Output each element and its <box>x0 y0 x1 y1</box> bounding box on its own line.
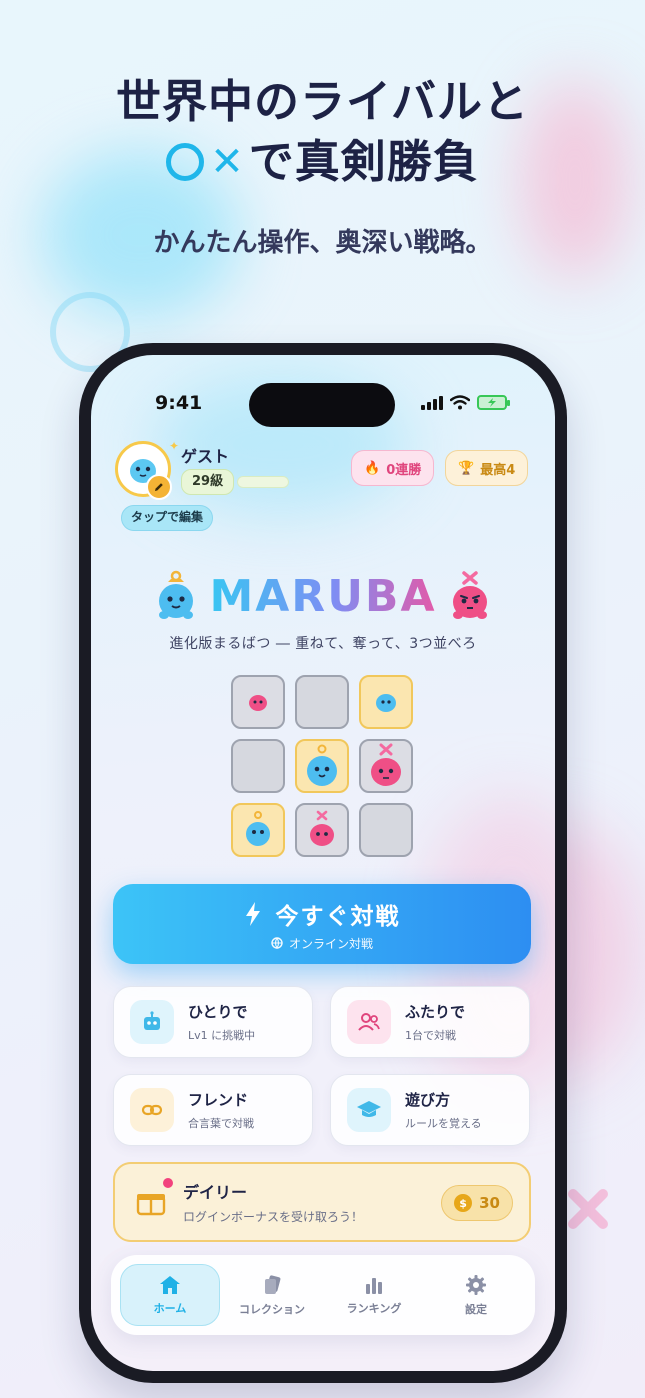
board-cell <box>359 739 413 793</box>
coin-icon: $ <box>454 1194 473 1212</box>
promo-subheadline: かんたん操作、奥深い戦略。 <box>153 228 492 258</box>
game-board-preview <box>231 675 413 857</box>
play-now-button[interactable]: 今すぐ対戦 オンライン対戦 <box>113 884 531 964</box>
board-cell <box>359 675 413 729</box>
coin-reward-badge: $ 30 <box>441 1185 513 1221</box>
edit-pencil-icon[interactable] <box>146 474 172 500</box>
decorative-x-icon <box>568 1189 608 1229</box>
board-cell <box>359 803 413 857</box>
tab-settings[interactable]: 設定 <box>426 1264 526 1326</box>
tab-settings-label: 設定 <box>465 1302 487 1316</box>
home-icon <box>160 1275 180 1294</box>
friend-mode-card[interactable]: フレンド 合言葉で対戦 <box>113 1074 313 1146</box>
status-icons <box>421 395 510 410</box>
friend-mode-subtitle: 合言葉で対戦 <box>188 1117 254 1130</box>
sparkle-icon: ✦ <box>169 439 180 453</box>
bar-chart-icon <box>366 1277 382 1294</box>
headline-line1: 世界中のライバルと <box>115 75 530 128</box>
pink-mascot-icon <box>452 571 487 619</box>
link-icon <box>130 1088 174 1132</box>
phone-frame: 9:41 ✦ ゲスト 29級 タップで編集 🔥 0連勝 🏆 最高4 MARUBA… <box>79 343 567 1383</box>
win-streak-label: 0連勝 <box>386 462 422 478</box>
howto-mode-card[interactable]: 遊び方 ルールを覚える <box>330 1074 530 1146</box>
pink-piece-large-icon <box>371 743 401 786</box>
solo-mode-subtitle: Lv1 に挑戦中 <box>188 1029 256 1042</box>
solo-mode-card[interactable]: ひとりで Lv1 に挑戦中 <box>113 986 313 1058</box>
bottom-tab-bar: ホーム コレクション ランキング 設定 <box>111 1255 535 1335</box>
globe-icon <box>271 937 283 949</box>
blue-piece-small-icon <box>376 694 396 712</box>
tab-collection-label: コレクション <box>239 1302 305 1316</box>
app-logo: MARUBA <box>209 570 437 622</box>
graduation-cap-icon <box>347 1088 391 1132</box>
two-users-icon <box>347 1000 391 1044</box>
circle-symbol-icon <box>166 143 205 181</box>
blue-piece-medium-icon <box>246 811 270 846</box>
board-cell <box>295 803 349 857</box>
play-now-label: 今すぐ対戦 <box>275 903 401 930</box>
duo-mode-subtitle: 1台で対戦 <box>405 1029 456 1042</box>
app-screen: 9:41 ✦ ゲスト 29級 タップで編集 🔥 0連勝 🏆 最高4 MARUBA… <box>91 355 555 1371</box>
tab-collection[interactable]: コレクション <box>222 1264 322 1326</box>
promo-headline: 世界中のライバルと ✕ で真剣勝負 <box>0 72 645 192</box>
play-now-sublabel: オンライン対戦 <box>288 936 373 951</box>
notification-dot <box>161 1176 175 1190</box>
lightning-icon <box>245 901 260 926</box>
cross-symbol-icon: ✕ <box>210 139 245 185</box>
logo-row: MARUBA <box>91 570 555 622</box>
wifi-icon <box>450 395 470 410</box>
blue-mascot-icon <box>159 570 194 619</box>
tab-home-label: ホーム <box>153 1301 187 1315</box>
solo-mode-title: ひとりで <box>188 1003 248 1021</box>
battery-icon <box>477 395 510 410</box>
friend-mode-title: フレンド <box>188 1091 249 1109</box>
board-cell <box>231 803 285 857</box>
signal-icon <box>421 395 443 410</box>
board-cell <box>295 675 349 729</box>
gear-icon <box>466 1274 486 1295</box>
headline-line2: ✕ で真剣勝負 <box>0 132 645 192</box>
board-cell <box>231 739 285 793</box>
board-cell <box>295 739 349 793</box>
level-badge: 29級 <box>181 469 235 495</box>
win-streak-badge: 🔥 0連勝 <box>351 450 435 486</box>
trophy-icon: 🏆 <box>458 460 475 476</box>
edit-profile-hint[interactable]: タップで編集 <box>121 505 214 531</box>
gift-icon <box>133 1176 175 1220</box>
pink-piece-medium-icon <box>310 810 334 846</box>
duo-mode-card[interactable]: ふたりで 1台で対戦 <box>330 986 530 1058</box>
tab-ranking-label: ランキング <box>346 1301 402 1315</box>
status-time: 9:41 <box>155 392 203 414</box>
blue-piece-large-icon <box>307 744 337 786</box>
board-cell <box>231 675 285 729</box>
xp-progress-bar <box>237 476 289 488</box>
pink-piece-small-icon <box>249 695 267 711</box>
cards-icon <box>265 1274 281 1294</box>
howto-mode-subtitle: ルールを覚える <box>405 1117 482 1130</box>
app-tagline: 進化版まるばつ ― 重ねて、奪って、3つ並べろ <box>169 636 477 652</box>
best-record-badge: 🏆 最高4 <box>445 450 529 486</box>
robot-icon <box>130 1000 174 1044</box>
howto-mode-title: 遊び方 <box>405 1091 451 1109</box>
best-record-label: 最高4 <box>480 462 516 478</box>
tab-ranking[interactable]: ランキング <box>324 1264 424 1326</box>
daily-bonus-subtitle: ログインボーナスを受け取ろう！ <box>183 1210 364 1224</box>
fire-icon: 🔥 <box>364 460 381 476</box>
dynamic-island <box>249 383 395 427</box>
tab-home[interactable]: ホーム <box>120 1264 220 1326</box>
daily-bonus-title: デイリー <box>183 1183 248 1202</box>
coin-reward-amount: 30 <box>479 1194 500 1212</box>
headline-line2-text: で真剣勝負 <box>248 135 479 188</box>
duo-mode-title: ふたりで <box>405 1003 466 1021</box>
daily-bonus-card[interactable]: デイリー ログインボーナスを受け取ろう！ $ 30 <box>113 1162 531 1242</box>
user-name: ゲスト <box>181 447 230 466</box>
